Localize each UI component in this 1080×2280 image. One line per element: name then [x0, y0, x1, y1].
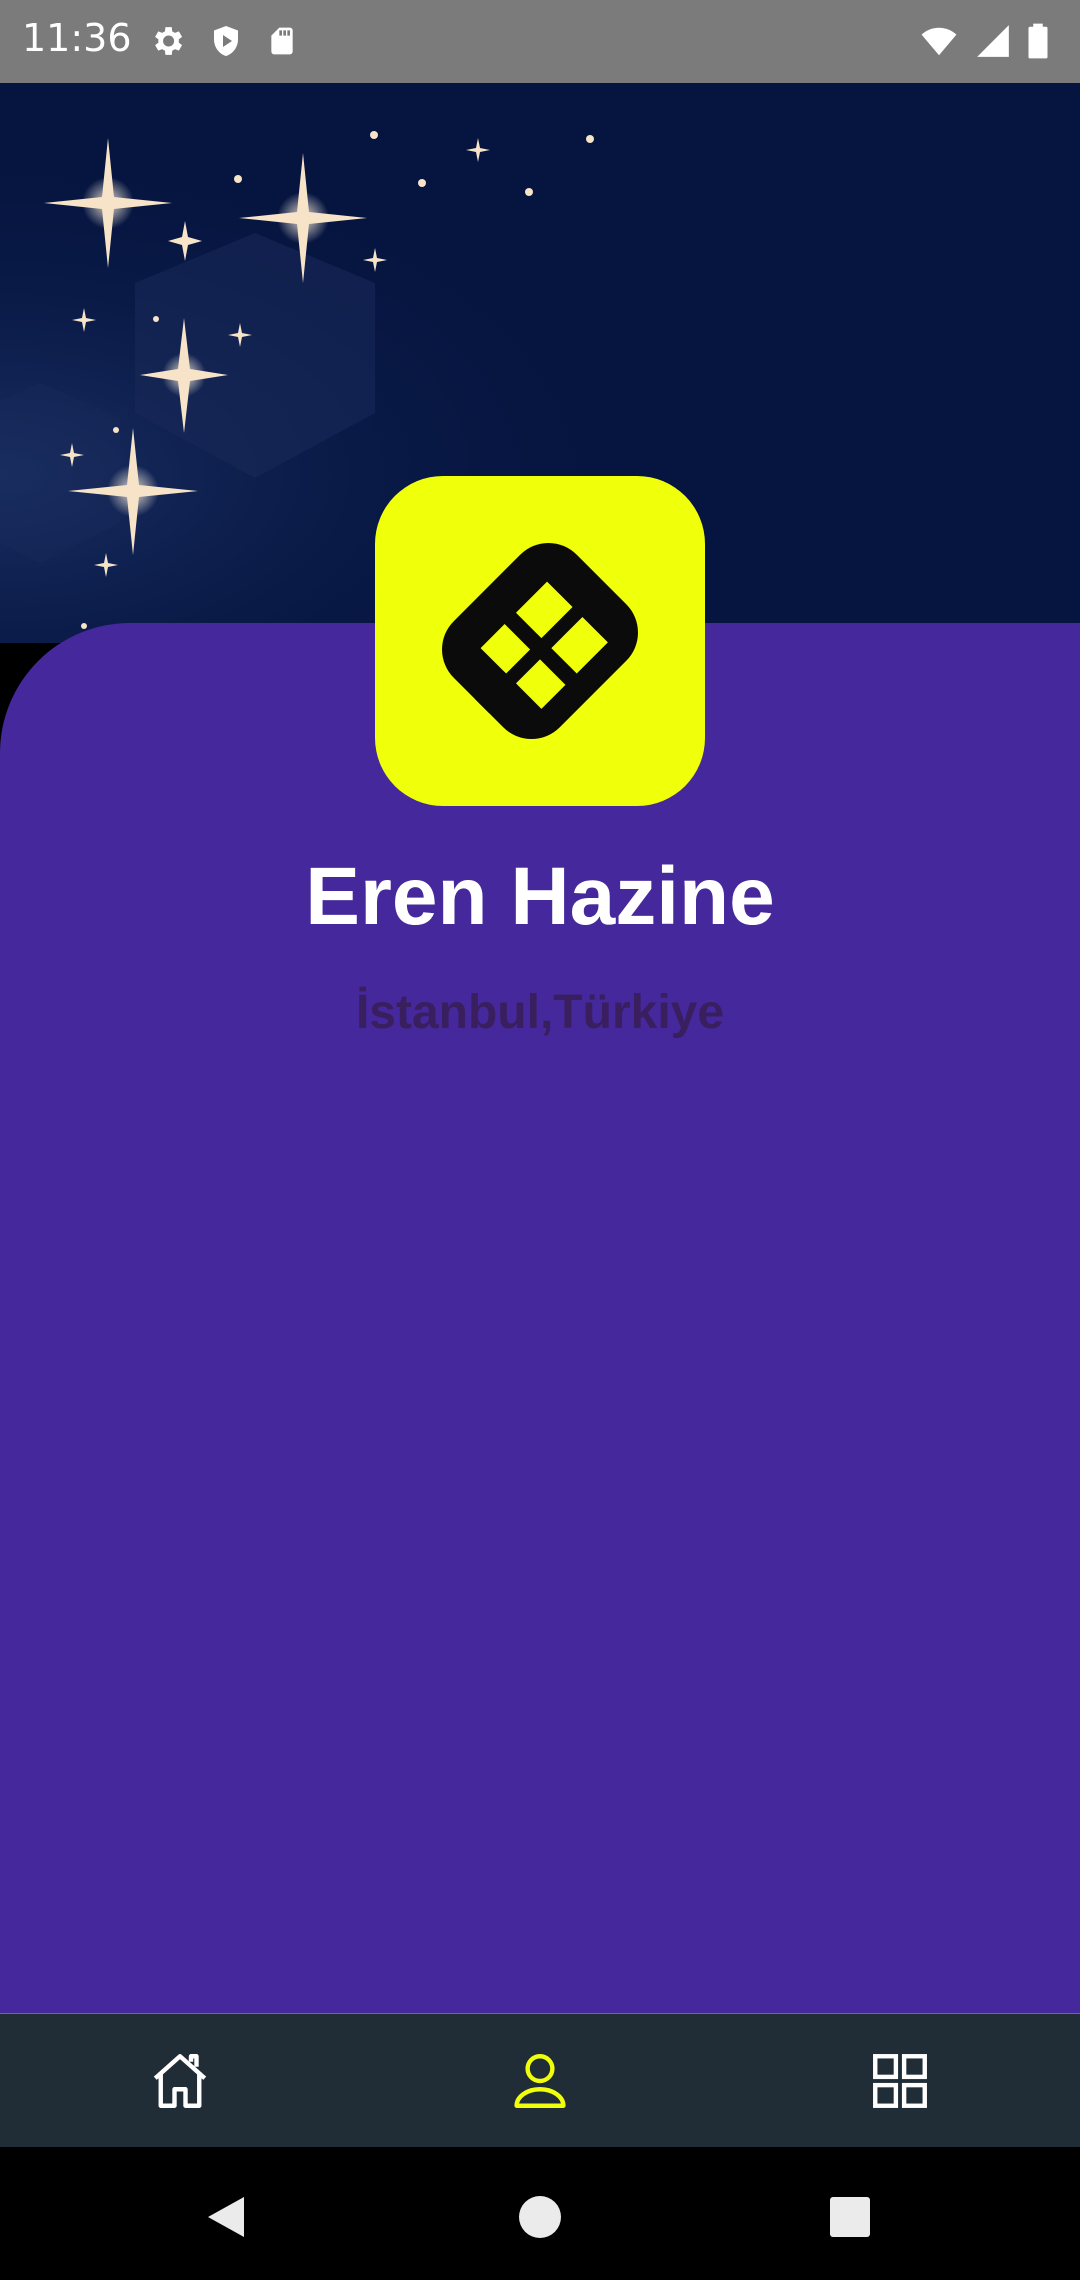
wifi-icon: [921, 27, 957, 56]
gear-icon: [155, 27, 183, 55]
status-time: 11:36: [22, 16, 132, 60]
back-icon[interactable]: [196, 2187, 256, 2247]
battery-icon: [1028, 23, 1048, 59]
grid-icon: [873, 2054, 927, 2108]
recents-icon[interactable]: [820, 2187, 880, 2247]
app-logo-icon: [442, 543, 638, 739]
nav-profile-button[interactable]: [360, 2014, 720, 2148]
person-icon: [514, 2054, 566, 2108]
bottom-nav: [0, 2013, 1080, 2147]
shield-play-icon: [214, 26, 238, 56]
status-icons-left: [148, 22, 298, 60]
sd-card-icon: [271, 27, 293, 55]
profile-card: [0, 623, 1080, 2013]
app-logo: [375, 476, 705, 806]
profile-location: İstanbul,Türkiye: [355, 986, 725, 1039]
system-nav-bar: [0, 2147, 1080, 2280]
nav-menu-button[interactable]: [720, 2014, 1080, 2148]
home-icon: [153, 2054, 207, 2108]
status-bar: 11:36: [0, 0, 1080, 83]
nav-home-button[interactable]: [0, 2014, 360, 2148]
profile-name: Eren Hazine: [305, 851, 775, 942]
home-circle-icon[interactable]: [510, 2187, 570, 2247]
signal-icon: [977, 25, 1009, 57]
status-icons-right: [918, 22, 1050, 60]
